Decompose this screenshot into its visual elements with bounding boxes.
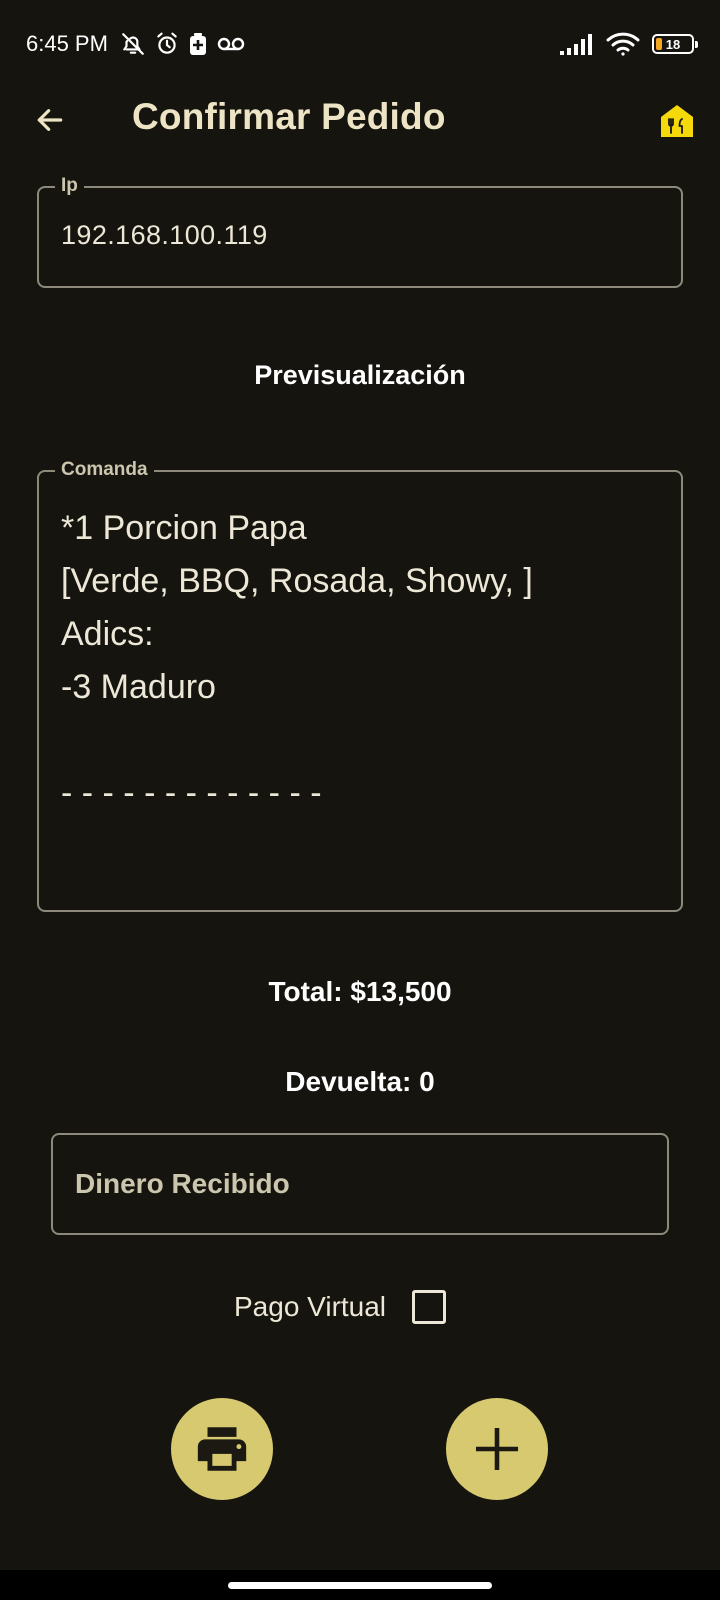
- preview-title: Previsualización: [254, 360, 466, 390]
- virtual-payment-checkbox[interactable]: [412, 1290, 447, 1324]
- ip-field[interactable]: Ip 192.168.100.119: [37, 175, 683, 288]
- virtual-payment-label: Pago Virtual: [234, 1291, 387, 1322]
- page-title: Confirmar Pedido: [132, 96, 446, 137]
- restaurant-logo-icon: [660, 104, 694, 143]
- bell-off-icon: [120, 31, 146, 57]
- status-bar: 6:45 PM 18: [0, 0, 720, 88]
- status-left: 6:45 PM: [26, 31, 246, 57]
- alarm-icon: [154, 31, 180, 57]
- navigation-bar: [0, 1570, 720, 1600]
- status-right: 18: [560, 31, 698, 57]
- signal-icon: [560, 33, 594, 55]
- money-received-input[interactable]: [51, 1133, 669, 1235]
- comanda-field[interactable]: Comanda *1 Porcion Papa [Verde, BBQ, Ros…: [37, 459, 683, 912]
- comanda-field-label: Comanda: [55, 459, 154, 481]
- back-arrow-icon: [37, 109, 63, 131]
- printer-icon: [197, 1427, 247, 1471]
- voicemail-icon: [216, 33, 246, 55]
- virtual-payment-row: Pago Virtual: [234, 1290, 447, 1324]
- app-bar: Confirmar Pedido: [0, 88, 720, 152]
- wifi-icon: [606, 31, 640, 57]
- add-button[interactable]: [446, 1398, 548, 1500]
- total-amount: Total: $13,500: [268, 976, 452, 1007]
- back-button[interactable]: [30, 102, 70, 138]
- comanda-text: *1 Porcion Papa [Verde, BBQ, Rosada, Sho…: [61, 509, 533, 812]
- battery-icon: 18: [652, 34, 698, 54]
- print-button[interactable]: [171, 1398, 273, 1500]
- plus-icon: [475, 1427, 519, 1471]
- battery-level-fill: [656, 38, 662, 50]
- status-time: 6:45 PM: [26, 31, 108, 56]
- ip-field-value: 192.168.100.119: [61, 220, 268, 250]
- battery-level-text: 18: [665, 36, 681, 52]
- ip-field-label: Ip: [55, 175, 84, 197]
- change-amount: Devuelta: 0: [285, 1066, 435, 1097]
- home-indicator[interactable]: [228, 1582, 492, 1589]
- battery-saver-icon: [188, 32, 208, 56]
